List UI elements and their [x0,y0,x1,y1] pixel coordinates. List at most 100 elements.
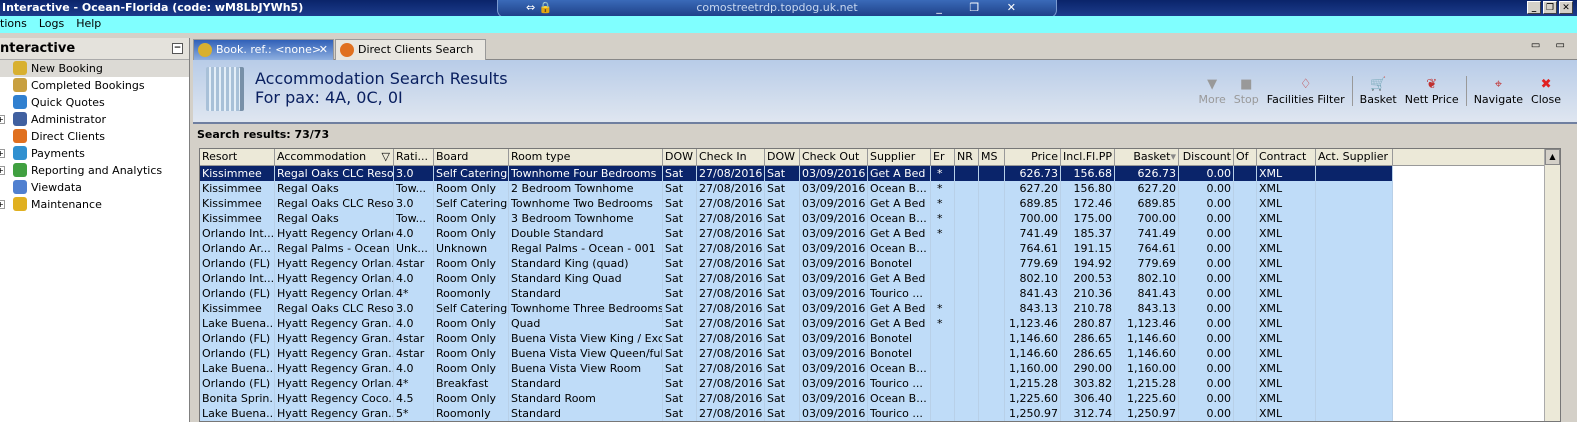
column-header-label: Act. Supplier [1318,150,1389,163]
column-header-supplier[interactable]: Supplier [868,149,931,165]
sidebar-item-reporting-and-analytics[interactable]: + Reporting and Analytics [0,162,189,179]
minimize-button[interactable]: _ [1527,1,1541,14]
table-cell: 290.00 [1061,361,1115,376]
table-row[interactable]: Lake Buena... Hyatt Regency Gran... 4.0 Roo… [200,361,1560,376]
table-cell: Sat [765,301,800,316]
column-header-label: Check Out [802,150,860,163]
column-header-ms[interactable]: MS [979,149,1005,165]
table-cell: Sat [765,391,800,406]
table-cell: 1,215.28 [1005,376,1061,391]
navigate-button[interactable]: ⌖ Navigate [1470,77,1527,106]
tab-close-icon[interactable]: ✕ [319,40,328,60]
table-cell: 1,225.60 [1115,391,1179,406]
column-header-act-supplier[interactable]: Act. Supplier [1316,149,1393,165]
table-row[interactable]: Lake Buena... Hyatt Regency Gran... 5* Room… [200,406,1560,421]
table-row[interactable]: Orlando Int... Hyatt Regency Orlando 4.0 Ro… [200,226,1560,241]
table-cell: Unk... [394,241,434,256]
sidebar-item-payments[interactable]: + Payments [0,145,189,162]
table-row[interactable]: Kissimmee Regal Oaks CLC Resort 3.0 Self Ca… [200,301,1560,316]
sidebar-item-quick-quotes[interactable]: Quick Quotes [0,94,189,111]
sidebar-item-completed-bookings[interactable]: Completed Bookings [0,77,189,94]
column-header-accommodation[interactable]: Accommodation ▽ [275,149,394,165]
menu-help[interactable]: Help [76,16,101,33]
tab-booking[interactable]: Book. ref.: <none> ✕ [193,39,334,60]
column-header-of[interactable]: Of [1234,149,1257,165]
stop-button[interactable]: ■ Stop [1230,77,1263,106]
column-header-check-in[interactable]: Check In [697,149,765,165]
column-header-resort[interactable]: Resort [200,149,275,165]
sidebar-item-label: New Booking [31,62,103,75]
menu-options[interactable]: tions [0,16,27,33]
column-header-nr[interactable]: NR [955,149,979,165]
basket-button[interactable]: 🛒 Basket [1356,77,1401,106]
table-row[interactable]: Orlando (FL) Hyatt Regency Gran... 4star Ro… [200,331,1560,346]
table-row[interactable]: Kissimmee Regal Oaks CLC Resort 3.0 Self Ca… [200,166,1560,181]
maximize-button[interactable]: ❐ [1543,1,1557,14]
rdp-window-controls[interactable]: _ ❐ ✕ [936,0,1028,16]
table-cell: 0.00 [1179,166,1234,181]
column-header-check-out[interactable]: Check Out [800,149,868,165]
column-header-er[interactable]: Er [931,149,955,165]
sidebar-item-direct-clients[interactable]: Direct Clients [0,128,189,145]
table-row[interactable]: Kissimmee Regal Oaks Tow... Room Only 2 Bedr… [200,181,1560,196]
table-row[interactable]: Orlando Ar... Regal Palms - Ocean ... Unk.… [200,241,1560,256]
vertical-scrollbar[interactable]: ▲ [1544,149,1560,421]
table-row[interactable]: Bonita Sprin... Hyatt Regency Coco... 4.5 R… [200,391,1560,406]
column-header-incl-fl-pp[interactable]: Incl.Fl.PP [1061,149,1115,165]
table-cell: Sat [663,316,697,331]
rdp-pin-icon[interactable]: ⇔ 🔒 [526,0,552,16]
sidebar-item-administrator[interactable]: + Administrator [0,111,189,128]
table-cell: 03/09/2016 [800,181,868,196]
sidebar-item-icon [13,78,27,92]
sidebar-item-new-booking[interactable]: New Booking [0,60,189,77]
more-button[interactable]: ▼ More [1194,77,1229,106]
table-cell: Standard Room [509,391,663,406]
column-header-basket[interactable]: Basket▾ [1115,149,1179,165]
column-header-board[interactable]: Board [434,149,509,165]
close-button[interactable]: ✖ Close [1527,77,1565,106]
tab-window-controls[interactable]: ▭ ▭ [1531,40,1571,51]
close-window-button[interactable]: ✕ [1559,1,1573,14]
table-cell: Room Only [434,331,509,346]
column-header-dow[interactable]: DOW [765,149,800,165]
table-cell [979,376,1005,391]
expand-icon[interactable]: + [0,200,5,209]
expand-icon[interactable]: + [0,149,5,158]
table-row[interactable]: Kissimmee Regal Oaks Tow... Room Only 3 Bedr… [200,211,1560,226]
table-row[interactable]: Orlando (FL) Hyatt Regency Gran... 4star Ro… [200,346,1560,361]
filter-icon[interactable]: ▽ [382,149,390,165]
collapse-icon[interactable]: − [172,43,183,54]
table-row[interactable]: Orlando (FL) Hyatt Regency Orlan... 4* Brea… [200,376,1560,391]
scroll-up-button[interactable]: ▲ [1545,149,1560,165]
table-cell: Hyatt Regency Orlando [277,226,394,241]
table-cell [955,226,979,241]
table-row[interactable]: Lake Buena... Hyatt Regency Gran... 4.0 Roo… [200,316,1560,331]
tab-direct-clients-search[interactable]: Direct Clients Search [335,39,486,60]
expand-icon[interactable]: + [0,166,5,175]
table-cell: Sat [663,361,697,376]
table-cell [931,346,955,361]
sort-icon[interactable]: ▾ [1170,150,1176,163]
sidebar-item-maintenance[interactable]: + Maintenance [0,196,189,213]
table-row[interactable]: Orlando (FL) Hyatt Regency Orlan... 4star R… [200,256,1560,271]
table-row[interactable]: Orlando Int... Hyatt Regency Orlan... 4.0 R… [200,271,1560,286]
table-cell: Ocean B... [868,361,931,376]
column-header-price[interactable]: Price [1005,149,1061,165]
column-header-contract[interactable]: Contract [1257,149,1316,165]
column-header-room-type[interactable]: Room type [509,149,663,165]
column-header-discount[interactable]: Discount [1179,149,1234,165]
table-cell: 03/09/2016 [800,196,868,211]
more-icon: ▼ [1207,77,1218,92]
nett-price-button[interactable]: ❦ Nett Price [1401,77,1463,106]
expand-icon[interactable]: + [0,115,5,124]
menu-logs[interactable]: Logs [39,16,64,33]
column-header-rati-[interactable]: Rati... [394,149,434,165]
sidebar-item-viewdata[interactable]: Viewdata [0,179,189,196]
facilities-filter-button[interactable]: ♢ Facilities Filter [1263,77,1349,106]
table-row[interactable]: Orlando (FL) Hyatt Regency Orlan... 4* Room… [200,286,1560,301]
column-header-dow[interactable]: DOW [663,149,697,165]
table-cell: 03/09/2016 [800,226,868,241]
table-row[interactable]: Kissimmee Regal Oaks CLC Resort 3.0 Self Ca… [200,196,1560,211]
table-cell: 194.92 [1061,256,1115,271]
table-cell [1234,301,1257,316]
